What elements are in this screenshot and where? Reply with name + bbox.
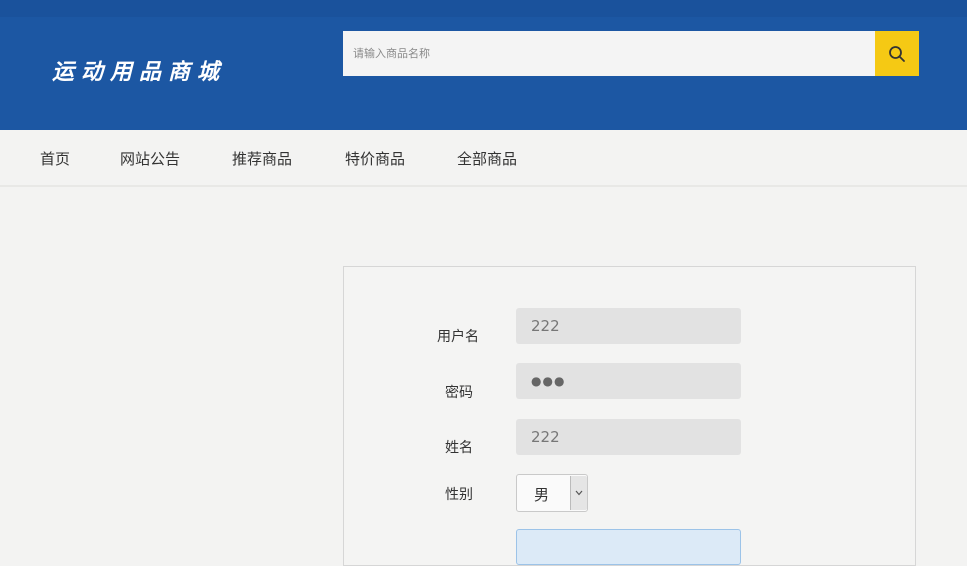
next-form-field[interactable] [516,529,741,565]
username-label: 用户名 [437,329,479,345]
realname-field[interactable] [516,419,741,455]
gender-label: 性别 [445,487,473,503]
site-logo[interactable]: 运动用品商城 [52,54,226,86]
gender-select-value: 男 [534,486,550,504]
search-input[interactable] [343,31,875,76]
password-label: 密码 [445,385,473,401]
realname-label: 姓名 [445,440,473,456]
main-nav: 首页 网站公告 推荐商品 特价商品 全部商品 [0,130,967,187]
nav-item-specials[interactable]: 特价商品 [345,148,405,169]
gender-select[interactable]: 男 [516,474,588,512]
nav-item-recommended[interactable]: 推荐商品 [232,148,292,169]
search-button[interactable] [875,31,919,76]
password-field[interactable]: ●●● [516,363,741,399]
nav-item-all-products[interactable]: 全部商品 [457,148,517,169]
username-field[interactable] [516,308,741,344]
nav-item-announcements[interactable]: 网站公告 [120,148,180,169]
search-icon [889,45,905,62]
chevron-down-icon [570,476,587,510]
nav-item-home[interactable]: 首页 [40,148,70,169]
